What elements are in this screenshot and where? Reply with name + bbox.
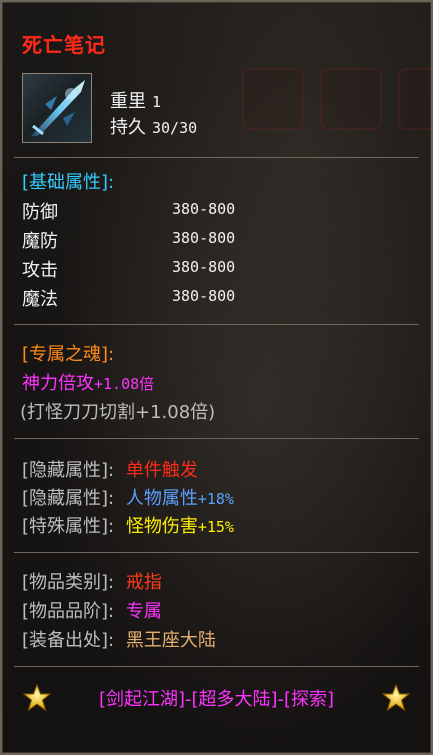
background-decor — [398, 68, 431, 130]
soul-value: +1.08倍 — [94, 375, 155, 393]
durability-label: 持久 — [110, 117, 146, 138]
hidden-attr-row: [隐藏属性]: 人物属性+18% — [22, 484, 234, 510]
info-label: [物品品阶]: — [22, 601, 115, 622]
attr-value: 380-800 — [172, 287, 236, 305]
attr-label: 魔法 — [22, 289, 58, 310]
item-source: 黑王座大陆 — [125, 630, 216, 651]
special-attr-value: +15% — [197, 518, 234, 536]
hidden-attr-name: 人物属性 — [125, 488, 198, 509]
item-name: 死亡笔记 — [22, 33, 106, 57]
hidden-attr-label: [隐藏属性]: — [22, 488, 115, 509]
divider — [14, 666, 419, 667]
basic-attributes-header: [基础属性]: — [22, 172, 115, 193]
star-icon — [381, 683, 411, 712]
attr-value: 380-800 — [172, 258, 236, 276]
background-decor — [320, 68, 382, 130]
exclusive-soul-line: 神力倍攻+1.08倍 — [22, 369, 154, 395]
attr-value: 380-800 — [172, 200, 236, 218]
soul-name: 神力倍攻 — [22, 373, 94, 394]
divider — [14, 552, 419, 553]
divider — [14, 438, 419, 439]
basic-attr-row: 防御 380-800 — [22, 198, 235, 224]
exclusive-soul-header: [专属之魂]: — [22, 344, 115, 365]
info-label: [装备出处]: — [22, 630, 115, 651]
special-attr-label: [特殊属性]: — [22, 516, 115, 537]
item-tooltip: 死亡笔记 重里 1 持久 30/30 [基础属性]: 防御 380-800 魔防 — [0, 0, 433, 755]
hidden-attr-value: +18% — [197, 490, 234, 508]
info-label: [物品类别]: — [22, 572, 115, 593]
tooltip-footer: [剑起江湖]-[超多大陆]-[探索] — [22, 680, 411, 716]
background-decor — [242, 68, 304, 130]
special-attr-row: [特殊属性]: 怪物伤害+15% — [22, 512, 234, 538]
attr-value: 380-800 — [172, 229, 236, 247]
attr-label: 防御 — [22, 202, 58, 223]
durability-value: 30/30 — [152, 119, 198, 137]
hidden-attr-row: [隐藏属性]: 单件触发 — [22, 456, 198, 482]
item-grade: 专属 — [125, 601, 162, 622]
attr-label: 攻击 — [22, 260, 58, 281]
item-info-row: [装备出处]: 黑王座大陆 — [22, 626, 216, 652]
divider — [14, 157, 419, 158]
footer-tags: [剑起江湖]-[超多大陆]-[探索] — [98, 689, 335, 710]
item-info-row: [物品品阶]: 专属 — [22, 597, 162, 623]
sword-icon — [22, 73, 92, 143]
item-info-row: [物品类别]: 戒指 — [22, 568, 162, 594]
weight-value: 1 — [152, 93, 162, 111]
basic-attr-row: 魔防 380-800 — [22, 227, 235, 253]
basic-attr-row: 攻击 380-800 — [22, 256, 235, 282]
item-category: 戒指 — [125, 572, 162, 593]
divider — [14, 324, 419, 325]
special-attr-name: 怪物伤害 — [125, 516, 198, 537]
hidden-attr-label: [隐藏属性]: — [22, 460, 115, 481]
exclusive-soul-detail: (打怪刀刀切割+1.08倍) — [20, 402, 216, 423]
hidden-attr-name: 单件触发 — [125, 460, 198, 481]
star-icon — [22, 683, 52, 712]
item-basic-stats: 重里 1 持久 30/30 — [110, 89, 197, 141]
basic-attr-row: 魔法 380-800 — [22, 285, 235, 311]
weight-label: 重里 — [110, 91, 146, 112]
attr-label: 魔防 — [22, 231, 58, 252]
